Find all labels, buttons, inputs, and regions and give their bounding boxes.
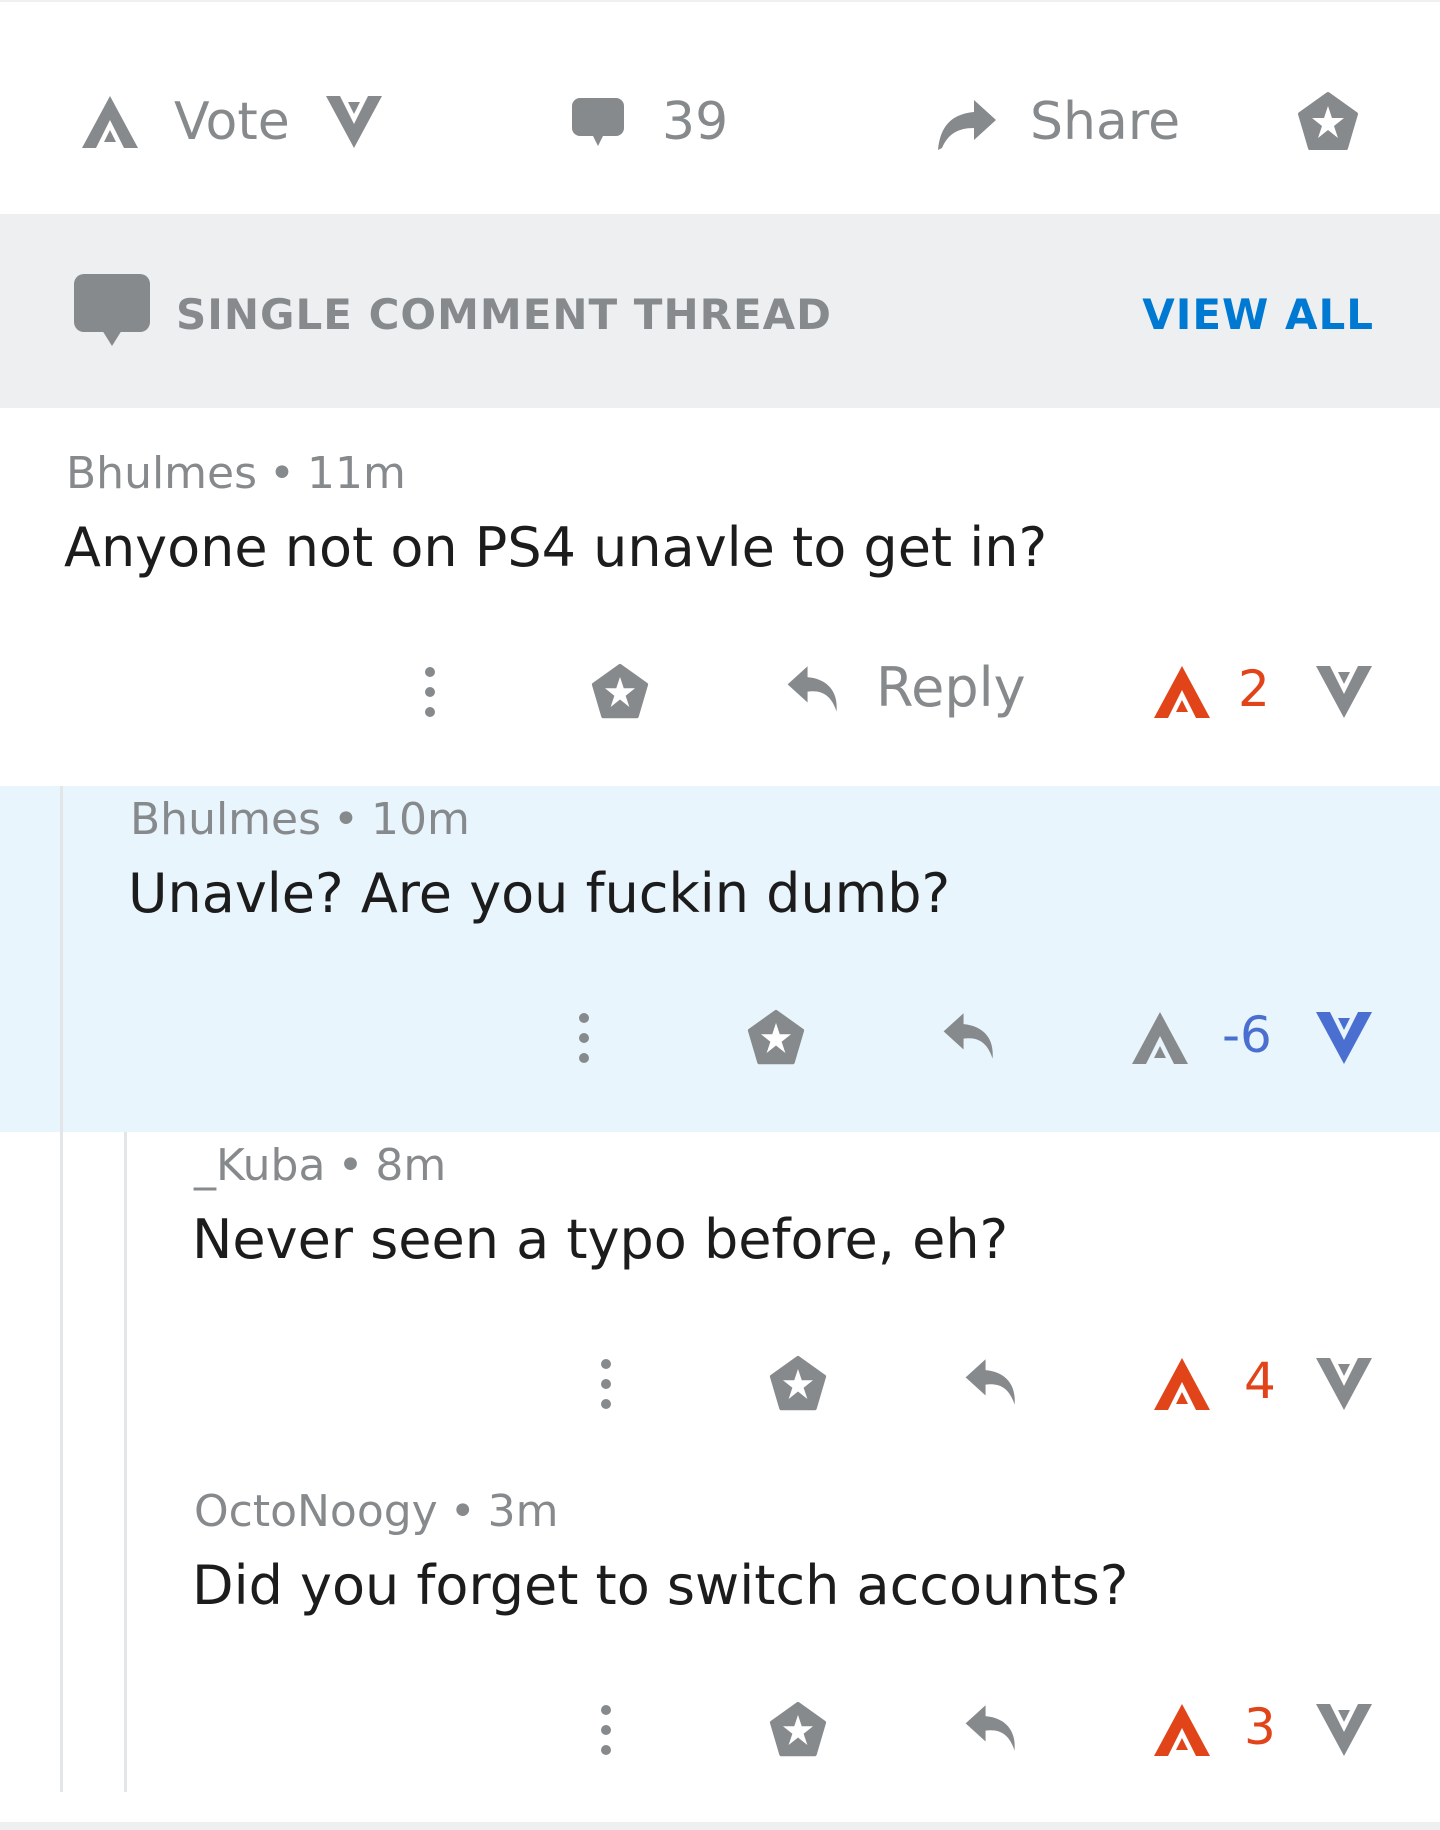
downvote-button[interactable]: [1312, 1352, 1376, 1416]
reply-icon: [965, 1359, 1015, 1405]
upvote-button[interactable]: [1150, 1352, 1214, 1416]
upvote-icon: [1154, 1704, 1210, 1756]
thread-line[interactable]: [124, 1132, 127, 1792]
comment-body: Unavle? Are you fuckin dumb?: [128, 862, 951, 925]
upvote-button[interactable]: [1128, 1006, 1192, 1070]
more-icon: [425, 667, 435, 717]
separator-dot: •: [269, 448, 295, 499]
reply-label: Reply: [876, 656, 1026, 719]
comments-button[interactable]: [570, 2, 626, 242]
comment-count: 39: [662, 92, 729, 152]
comment-score: -6: [1222, 1006, 1272, 1064]
more-options-button[interactable]: [412, 664, 448, 720]
comment-time: 3m: [487, 1486, 559, 1537]
award-button[interactable]: [746, 1008, 806, 1068]
upvote-icon: [1154, 666, 1210, 718]
comment-icon: [572, 98, 624, 146]
comment-body: Never seen a typo before, eh?: [192, 1208, 1009, 1271]
vote-label: Vote: [174, 92, 290, 152]
upvote-icon: [1132, 1012, 1188, 1064]
bottom-divider: [0, 1822, 1440, 1830]
comment-author[interactable]: Bhulmes: [66, 448, 257, 499]
view-all-button[interactable]: VIEW ALL: [1142, 290, 1374, 339]
reply-icon: [943, 1013, 993, 1059]
downvote-icon: [1316, 1358, 1372, 1410]
post-award-button[interactable]: [1296, 2, 1360, 242]
comment-time: 8m: [375, 1140, 447, 1191]
separator-dot: •: [333, 794, 359, 845]
upvote-button[interactable]: [1150, 1698, 1214, 1762]
award-icon: [769, 1701, 827, 1757]
more-options-button[interactable]: [588, 1702, 624, 1758]
comment-author[interactable]: _Kuba: [194, 1140, 325, 1191]
post-action-bar: Vote 39 Share: [0, 0, 1440, 214]
downvote-icon: [1316, 1704, 1372, 1756]
reply-button[interactable]: [940, 1006, 998, 1064]
award-icon: [769, 1355, 827, 1411]
post-upvote-button[interactable]: [78, 2, 142, 242]
downvote-icon: [1316, 666, 1372, 718]
comment-meta: Bhulmes • 11m: [66, 448, 406, 499]
downvote-button[interactable]: [1312, 660, 1376, 724]
comment-author[interactable]: OctoNoogy: [194, 1486, 438, 1537]
thread-banner-title: SINGLE COMMENT THREAD: [176, 290, 833, 339]
comment-meta: Bhulmes • 10m: [130, 794, 470, 845]
upvote-button[interactable]: [1150, 660, 1214, 724]
comment-body: Anyone not on PS4 unavle to get in?: [64, 516, 1048, 579]
separator-dot: •: [449, 1486, 476, 1537]
comment-time: 10m: [371, 794, 470, 845]
downvote-icon: [1316, 1012, 1372, 1064]
separator-dot: •: [337, 1140, 364, 1191]
comment-score: 4: [1244, 1352, 1276, 1410]
comment-author[interactable]: Bhulmes: [130, 794, 321, 845]
post-downvote-button[interactable]: [322, 2, 386, 242]
comment-time: 11m: [307, 448, 406, 499]
share-icon: [938, 100, 996, 150]
reply-icon: [787, 665, 837, 712]
more-icon: [601, 1705, 611, 1755]
comment-score: 2: [1238, 660, 1270, 718]
upvote-icon: [1154, 1358, 1210, 1410]
more-options-button[interactable]: [566, 1010, 602, 1066]
downvote-button[interactable]: [1312, 1698, 1376, 1762]
comment-icon: [72, 272, 152, 352]
comment-body: Did you forget to switch accounts?: [192, 1554, 1129, 1617]
downvote-icon: [326, 96, 382, 148]
comment-meta: _Kuba • 8m: [194, 1140, 446, 1191]
reply-icon: [965, 1705, 1015, 1751]
comment-score: 3: [1244, 1698, 1276, 1756]
share-button[interactable]: [934, 2, 998, 242]
award-icon: [1298, 92, 1358, 150]
award-icon: [747, 1009, 805, 1065]
more-options-button[interactable]: [588, 1356, 624, 1412]
upvote-icon: [82, 96, 138, 148]
reply-button[interactable]: [962, 1698, 1020, 1756]
award-button[interactable]: [590, 662, 650, 722]
more-icon: [601, 1359, 611, 1409]
reply-button[interactable]: Reply: [784, 656, 1026, 719]
share-label: Share: [1030, 92, 1181, 152]
more-icon: [579, 1013, 589, 1063]
award-button[interactable]: [768, 1700, 828, 1760]
downvote-button[interactable]: [1312, 1006, 1376, 1070]
thread-line[interactable]: [60, 786, 63, 1792]
reply-button[interactable]: [962, 1352, 1020, 1410]
award-icon: [591, 663, 649, 719]
comment-meta: OctoNoogy • 3m: [194, 1486, 559, 1537]
award-button[interactable]: [768, 1354, 828, 1414]
